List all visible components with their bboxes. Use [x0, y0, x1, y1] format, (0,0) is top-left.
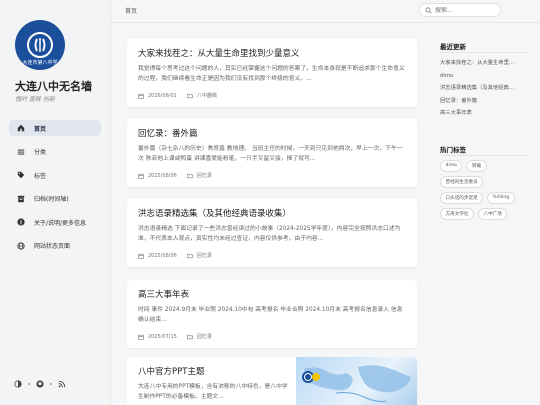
calendar-icon [138, 253, 144, 259]
folder-icon [187, 173, 193, 179]
rss-icon[interactable] [58, 380, 66, 388]
post-category[interactable]: 回忆录 [197, 172, 212, 179]
post-card[interactable]: 洪志语录精选集（及其他经典语录收集） 洪志语录精选 下面记录了一些洪志曾经讲过的… [127, 199, 417, 267]
tag-icon [16, 171, 25, 180]
site-logo[interactable]: 大连市第八中学 [15, 20, 65, 70]
globe-icon [16, 241, 25, 250]
search-icon [425, 6, 432, 14]
post-category[interactable]: 回忆录 [197, 252, 212, 259]
tag-chip[interactable]: 八中广场 [477, 208, 508, 220]
breadcrumb[interactable]: 首页 [125, 6, 137, 15]
tags-divider [440, 155, 528, 156]
tag-chip[interactable]: 转载 [466, 160, 487, 172]
nav-item-label: 关于/说明/更多信息 [34, 219, 87, 227]
tag-chip[interactable]: dimo [440, 160, 463, 172]
sidebar-footer-icons [14, 380, 66, 388]
recent-item[interactable]: 洪志语录精选集（及其他经典... [440, 82, 529, 95]
nav-item-label: 网站状态页面 [34, 243, 71, 250]
tag-chip[interactable]: 曾经的生活委员 [440, 176, 484, 188]
separator-dot [50, 383, 52, 385]
nav-item-label: 归档(时间轴) [34, 196, 69, 203]
logo-text: 大连市第八中学 [22, 60, 58, 66]
search-box[interactable] [419, 3, 501, 17]
theme-toggle-icon[interactable] [14, 380, 22, 388]
recent-item[interactable]: 高三大事年表 [440, 107, 529, 120]
post-card[interactable]: 回忆录：番外篇 番外篇（杂七杂八的历史）焦育鑫 教地理。 当班主任的时候，一天到… [127, 119, 417, 187]
post-category[interactable]: 回忆录 [197, 333, 212, 340]
post-card[interactable]: 大家来找茬之：从大量生命里找到少量意义 我觉得每个思考过这个问题的人，其实已经掌… [127, 39, 417, 107]
post-title[interactable]: 回忆录：番外篇 [138, 127, 406, 139]
post-cover-image[interactable] [296, 357, 417, 405]
recent-updates-list: 大家来找茬之：从大量生命里... dimo 洪志语录精选集（及其他经典... 回… [440, 57, 529, 120]
tag-chip[interactable]: Yuhling [487, 192, 515, 204]
logo-emblem-icon [27, 32, 53, 58]
nav-item-about[interactable]: 关于/说明/更多信息 [9, 214, 101, 230]
list-icon [16, 147, 25, 156]
folder-icon [187, 93, 193, 99]
nav-item-label: 首页 [34, 125, 47, 133]
post-date: 2025/08/06 [148, 172, 177, 179]
post-title[interactable]: 洪志语录精选集（及其他经典语录收集） [138, 207, 406, 219]
sidebar: 大连市第八中学 大连八中无名墙 愧时 雯畦 创新 首页 分类 标签 归档(时间轴… [0, 0, 111, 405]
post-meta: 2025/07/15 回忆录 [138, 333, 212, 340]
calendar-icon [138, 334, 144, 340]
site-title[interactable]: 大连八中无名墙 [15, 78, 107, 94]
top-bar: 首页 [111, 0, 540, 22]
search-input[interactable] [435, 6, 493, 14]
post-date: 2026/06/01 [148, 92, 177, 99]
tag-chip[interactable]: 口头话的步足足 [440, 192, 484, 204]
nav-item-archive[interactable]: 归档(时间轴) [9, 191, 101, 207]
post-category[interactable]: 八中趣稿 [197, 92, 217, 99]
post-title[interactable]: 高三大事年表 [138, 288, 406, 300]
top-divider [111, 22, 540, 23]
calendar-icon [138, 93, 144, 99]
recent-item[interactable]: 大家来找茬之：从大量生命里... [440, 57, 529, 70]
post-date: 2025/07/15 [148, 333, 177, 340]
nav-item-status[interactable]: 网站状态页面 [9, 238, 101, 254]
post-meta: 2025/08/06 回忆录 [138, 172, 212, 179]
post-excerpt: 番外篇（杂七杂八的历史）焦育鑫 教地理。 当班主任的时候，一天到只见到他两次，早… [138, 146, 403, 162]
post-excerpt: 洪志语录精选 下面记录了一些洪志曾经讲过的小故事（2024-2025学年度），内… [138, 226, 401, 242]
recent-item[interactable]: dimo [440, 70, 529, 83]
post-excerpt: 时间 事件 2024.9月末 毕业照 2024.10中旬 高考报名 毕业合照 2… [138, 307, 403, 323]
nav-item-categories[interactable]: 分类 [9, 144, 101, 160]
popular-tags-title: 热门标签 [440, 146, 466, 154]
site-subtitle: 愧时 雯畦 创新 [15, 96, 55, 103]
post-date: 2025/08/06 [148, 252, 177, 259]
post-excerpt: 我觉得每个思考过这个问题的人，其实已经掌握这个问题的答案了。生命本身就是不断追求… [138, 66, 405, 82]
tag-chip[interactable]: 方舟文学社 [440, 208, 474, 220]
recent-divider [440, 52, 528, 53]
main-nav: 首页 分类 标签 归档(时间轴) 关于/说明/更多信息 网站状态页面 [9, 120, 101, 261]
folder-icon [187, 253, 193, 259]
post-title[interactable]: 大家来找茬之：从大量生命里找到少量意义 [138, 47, 406, 59]
nav-item-label: 分类 [34, 149, 47, 156]
recent-item[interactable]: 回忆录：番外篇 [440, 95, 529, 108]
calendar-icon [138, 173, 144, 179]
home-icon [16, 124, 25, 133]
nav-item-home[interactable]: 首页 [9, 120, 101, 136]
separator-dot [28, 383, 30, 385]
post-meta: 2026/06/01 八中趣稿 [138, 92, 217, 99]
post-card[interactable]: 八中官方PPT主题 大连八中专用的PPT模板，含有浓郁的八中特色，是八中学生制作… [127, 357, 417, 405]
github-icon[interactable] [36, 380, 44, 388]
info-icon [16, 218, 25, 227]
archive-icon [16, 194, 25, 203]
popular-tags: dimo 转载 曾经的生活委员 口头话的步足足 Yuhling 方舟文学社 八中… [440, 160, 530, 220]
nav-item-tags[interactable]: 标签 [9, 167, 101, 183]
nav-item-label: 标签 [34, 172, 47, 180]
post-meta: 2025/08/06 回忆录 [138, 252, 212, 259]
recent-updates-title: 最近更新 [440, 43, 466, 51]
folder-icon [187, 334, 193, 340]
post-excerpt: 大连八中专用的PPT模板，含有浓郁的八中特色，是八中学生制作PPT的必备模板。主… [138, 384, 288, 400]
post-card[interactable]: 高三大事年表 时间 事件 2024.9月末 毕业照 2024.10中旬 高考报名… [127, 280, 417, 348]
